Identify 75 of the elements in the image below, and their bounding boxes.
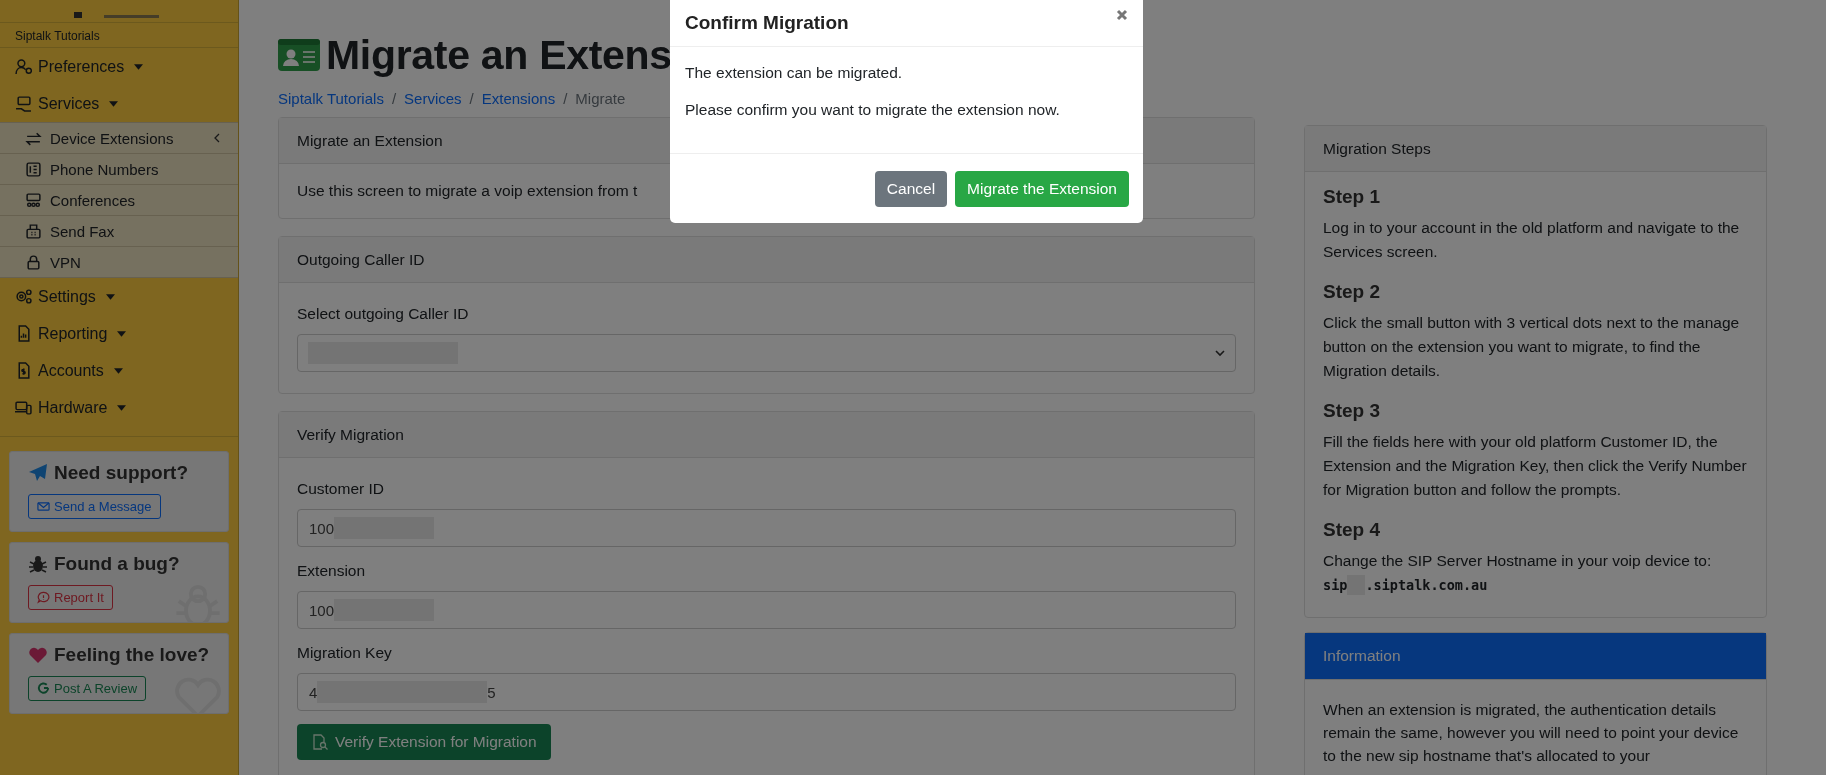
caret-icon [117, 404, 127, 411]
sidebar-submenu-item[interactable]: Send Fax [0, 216, 238, 247]
promo-button[interactable]: Send a Message [28, 494, 161, 519]
sidebar-menu-item[interactable]: Preferences [0, 48, 238, 85]
sidebar-menu-item[interactable]: Hardware [0, 389, 238, 426]
paper-plane-icon [28, 463, 48, 483]
input-field[interactable]: 100 [297, 591, 1236, 629]
sidebar-submenu-item[interactable]: Device Extensions [0, 123, 238, 154]
input-field[interactable]: 4 5 [297, 673, 1236, 711]
fax-icon [25, 222, 42, 240]
field-label: Migration Key [297, 643, 393, 663]
card-header: Verify Migration [279, 412, 1254, 458]
sidebar-submenu-item[interactable]: VPN [0, 247, 238, 278]
letter-g-icon [37, 682, 50, 695]
step-text: Click the small button with 3 vertical dots next to the manage button on the extension you want to migrate, to find the Migration details. [1323, 313, 1741, 381]
card-header: Outgoing Caller ID [279, 237, 1254, 283]
field-label: Select outgoing Caller ID [297, 304, 470, 324]
settings-icon [15, 288, 32, 305]
sidebar-submenu-item[interactable]: Phone Numbers [0, 154, 238, 185]
envelope-icon [37, 500, 50, 513]
hostname-text: .siptalk.com.au [1365, 577, 1488, 593]
breadcrumb-separator: / [563, 90, 568, 107]
promo-title: Feeling the love? [54, 644, 210, 666]
close-icon[interactable] [1116, 9, 1128, 21]
caret-icon [113, 367, 123, 374]
caret-icon [109, 100, 119, 107]
sidebar-menu-item[interactable]: Reporting [0, 315, 238, 352]
breadcrumb-separator: / [469, 90, 474, 107]
step-heading: Step 3 [1323, 400, 1382, 422]
chevron-left-icon [214, 133, 220, 143]
step-text: Fill the fields here with your old platform Customer ID, the Extension and the Migration Key, then click the Verify Number for Migration button and follow the prompts. [1323, 432, 1748, 500]
caret-icon [134, 63, 144, 70]
hostname-text: sip [1323, 577, 1348, 593]
sidebar-menu-item[interactable]: Settings [0, 278, 238, 315]
info-text: When an extension is migrated, the authentication details remain the same, however you will need to point your device to the new sip hostname that's allocated to your [1323, 701, 1739, 764]
promo-title: Need support? [54, 462, 189, 484]
input-field[interactable]: 100 [297, 509, 1236, 547]
intro-text: Use this screen to migrate a voip extension from t [297, 182, 638, 199]
dialog-title: Confirm Migration [685, 12, 849, 34]
sidebar-section-label: Siptalk Tutorials [0, 23, 238, 48]
breadcrumb-separator: / [391, 90, 397, 107]
step-heading: Step 2 [1323, 281, 1382, 303]
promo-button[interactable]: Post A Review [28, 676, 147, 701]
sidebar-menu-item[interactable]: Services [0, 85, 238, 122]
chevron-down-icon [1215, 349, 1225, 357]
breadcrumb-link[interactable]: Services [404, 90, 462, 107]
dialog-button[interactable]: Cancel [874, 171, 948, 207]
step-heading: Step 1 [1323, 186, 1382, 208]
bug-icon [28, 554, 48, 574]
step-text: Log in to your account in the old platform and navigate to the Services screen. [1323, 218, 1741, 262]
dialog-text: Please confirm you want to migrate the extension now. [685, 101, 1061, 119]
caret-icon [117, 330, 127, 337]
card-header: Migration Steps [1305, 126, 1766, 172]
verify-button[interactable]: Verify Extension for Migration [297, 724, 551, 760]
speech-bubble-icon [37, 591, 50, 604]
dialog-button[interactable]: Migrate the Extension [955, 171, 1129, 207]
card-header: Information [1305, 633, 1766, 680]
step-text: Change the SIP Server Hostname in your voip device to: [1323, 551, 1713, 571]
caret-icon [105, 293, 115, 300]
breadcrumb-link[interactable]: Extensions [481, 90, 556, 107]
dialog-text: The extension can be migrated. [685, 64, 904, 82]
sidebar-menu-item[interactable]: Accounts [0, 352, 238, 389]
promo-button[interactable]: Report It [28, 585, 113, 610]
heart-icon [28, 645, 48, 665]
promo-title: Found a bug? [54, 553, 180, 575]
breadcrumb-current: Migrate [575, 90, 626, 107]
id-card-icon [278, 39, 320, 71]
field-label: Extension [297, 561, 367, 581]
step-heading: Step 4 [1323, 519, 1382, 541]
hardware-icon [15, 399, 32, 416]
document-search-icon [311, 733, 329, 751]
sidebar-submenu-item[interactable]: Conferences [0, 185, 238, 216]
field-label: Customer ID [297, 479, 385, 499]
page-title: Migrate an Extens [326, 31, 672, 79]
breadcrumb-link[interactable]: Siptalk Tutorials [278, 90, 384, 107]
